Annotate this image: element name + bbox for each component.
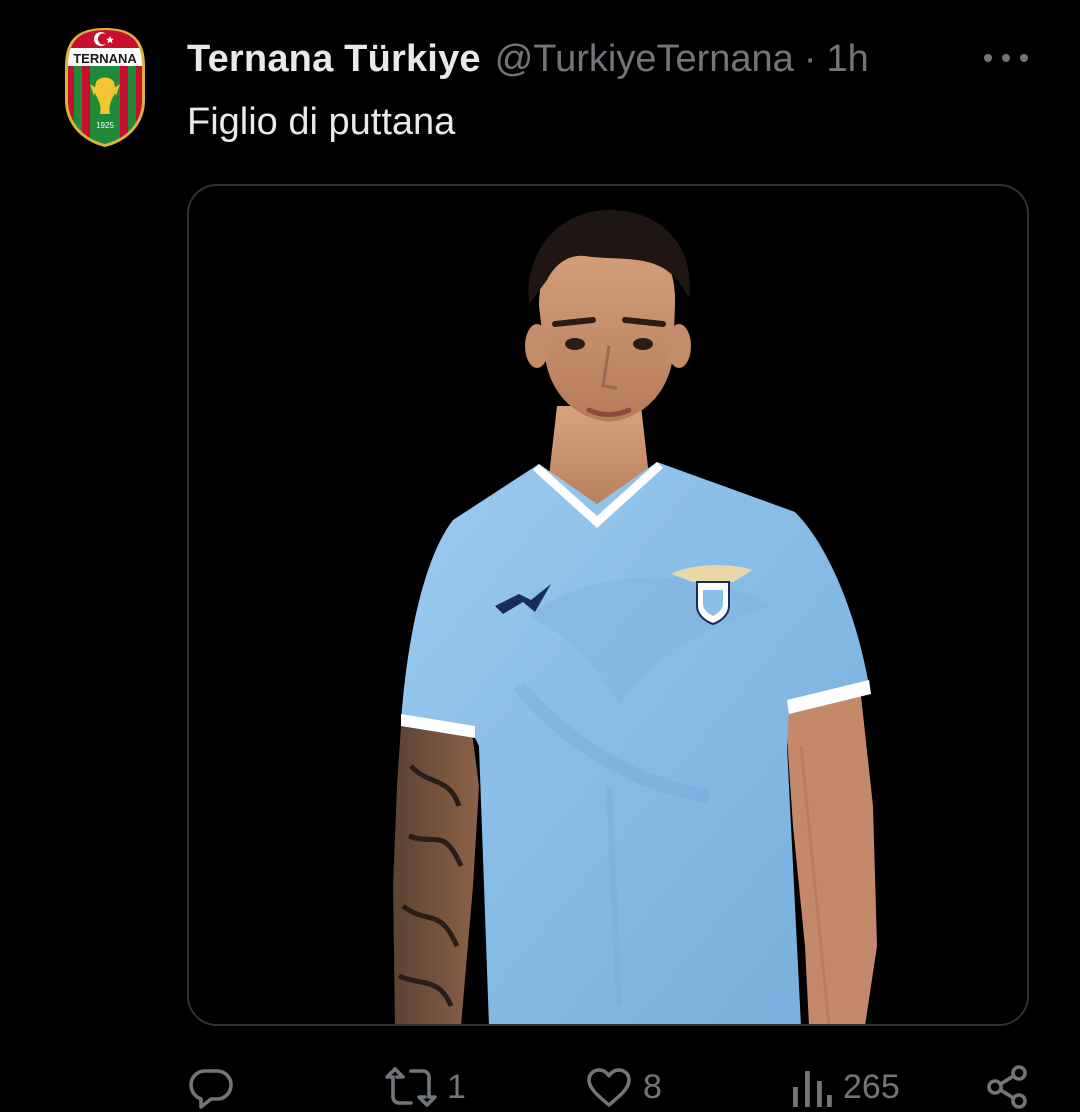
like-button[interactable]: 8 (585, 1062, 662, 1112)
share-icon (987, 1065, 1027, 1109)
more-dot (1002, 54, 1010, 62)
more-dot (1020, 54, 1028, 62)
crest-year-text: 1925 (96, 121, 114, 130)
author-handle[interactable]: @TurkiyeTernana (495, 34, 794, 84)
player-photo (189, 186, 1027, 1024)
views-icon (793, 1071, 832, 1107)
header-separator: · (803, 38, 817, 80)
retweet-count: 1 (447, 1067, 466, 1106)
tweet-timestamp[interactable]: 1h (826, 34, 868, 84)
tweet-text: Figlio di puttana (187, 101, 456, 143)
author-display-name[interactable]: Ternana Türkiye (187, 34, 481, 84)
retweet-button[interactable]: 1 (385, 1062, 466, 1112)
tweet-media[interactable] (187, 184, 1029, 1026)
reply-button[interactable] (187, 1062, 235, 1112)
ternana-crest-icon: TERNANA 1925 (65, 28, 145, 147)
tweet-header: Ternana Türkiye @TurkiyeTernana · 1h (187, 34, 869, 84)
reply-icon (189, 1069, 233, 1109)
tweet-actions: 1 8 265 (187, 1062, 1032, 1112)
share-button[interactable] (983, 1062, 1031, 1112)
author-avatar[interactable]: TERNANA 1925 (60, 26, 150, 150)
views-button[interactable]: 265 (789, 1062, 900, 1112)
heart-icon (587, 1068, 631, 1107)
retweet-icon (385, 1067, 437, 1107)
tweet[interactable]: TERNANA 1925 Ternana Türkiye @TurkiyeTer… (0, 0, 1080, 1109)
crest-name-text: TERNANA (73, 51, 137, 66)
more-horizontal-icon[interactable] (984, 40, 1028, 76)
more-dot (984, 54, 992, 62)
like-count: 8 (643, 1067, 662, 1106)
views-count: 265 (843, 1067, 900, 1106)
